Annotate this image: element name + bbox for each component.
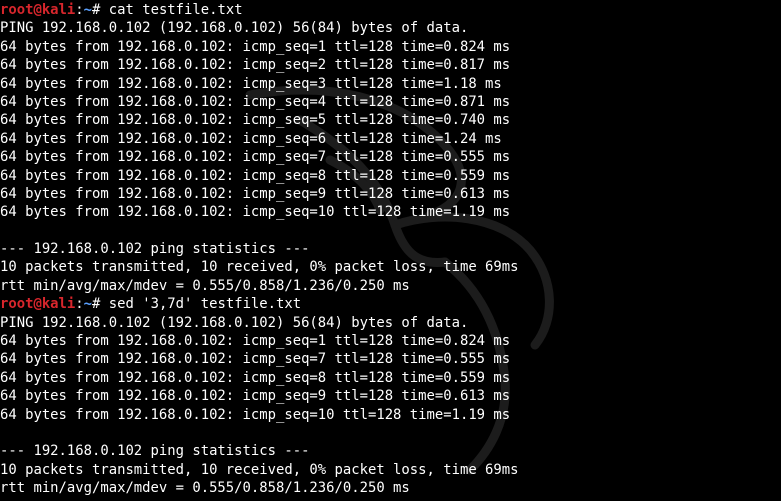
output-line: 64 bytes from 192.168.0.102: icmp_seq=4 …: [0, 93, 511, 110]
output-line: 64 bytes from 192.168.0.102: icmp_seq=7 …: [0, 351, 511, 368]
output-line: 64 bytes from 192.168.0.102: icmp_seq=8 …: [0, 369, 511, 386]
output-line: 10 packets transmitted, 10 received, 0% …: [0, 461, 519, 478]
output-line: --- 192.168.0.102 ping statistics ---: [0, 241, 310, 258]
output-line: 64 bytes from 192.168.0.102: icmp_seq=3 …: [0, 75, 502, 92]
terminal-window[interactable]: root@kali:~# cat testfile.txt PING 192.16…: [0, 0, 781, 501]
output-line: rtt min/avg/max/mdev = 0.555/0.858/1.236…: [0, 277, 410, 294]
prompt-separator: :: [75, 296, 84, 313]
terminal-output: root@kali:~# cat testfile.txt PING 192.16…: [0, 1, 519, 498]
prompt-separator: :: [75, 2, 84, 18]
output-line: 64 bytes from 192.168.0.102: icmp_seq=6 …: [0, 130, 502, 147]
output-line: PING 192.168.0.102 (192.168.0.102) 56(84…: [0, 314, 469, 331]
output-line: rtt min/avg/max/mdev = 0.555/0.858/1.236…: [0, 480, 410, 497]
prompt-symbol: #: [92, 2, 109, 18]
prompt-path: ~: [83, 296, 93, 313]
output-line: 64 bytes from 192.168.0.102: icmp_seq=2 …: [0, 57, 511, 74]
output-line: PING 192.168.0.102 (192.168.0.102) 56(84…: [0, 20, 469, 37]
prompt-user: root@kali: [0, 2, 76, 18]
output-line: --- 192.168.0.102 ping statistics ---: [0, 443, 310, 460]
command-text: cat testfile.txt: [108, 2, 243, 18]
prompt-user: root@kali: [0, 296, 76, 313]
prompt-symbol: #: [92, 296, 109, 313]
prompt-line: root@kali:~# sed '3,7d' testfile.txt: [0, 295, 519, 313]
output-line: 64 bytes from 192.168.0.102: icmp_seq=8 …: [0, 167, 511, 184]
output-line: 64 bytes from 192.168.0.102: icmp_seq=1 …: [0, 333, 511, 350]
prompt-line: root@kali:~# cat testfile.txt: [0, 1, 519, 19]
command-text: sed '3,7d' testfile.txt: [108, 296, 302, 313]
output-line: 64 bytes from 192.168.0.102: icmp_seq=10…: [0, 204, 511, 221]
prompt-path: ~: [83, 2, 93, 18]
output-line: 64 bytes from 192.168.0.102: icmp_seq=10…: [0, 406, 511, 423]
output-line: 64 bytes from 192.168.0.102: icmp_seq=7 …: [0, 149, 511, 166]
output-line: 64 bytes from 192.168.0.102: icmp_seq=1 …: [0, 38, 511, 55]
output-line: 64 bytes from 192.168.0.102: icmp_seq=5 …: [0, 112, 511, 129]
output-line: 10 packets transmitted, 10 received, 0% …: [0, 259, 519, 276]
output-line: 64 bytes from 192.168.0.102: icmp_seq=9 …: [0, 185, 511, 202]
output-line: 64 bytes from 192.168.0.102: icmp_seq=9 …: [0, 388, 511, 405]
